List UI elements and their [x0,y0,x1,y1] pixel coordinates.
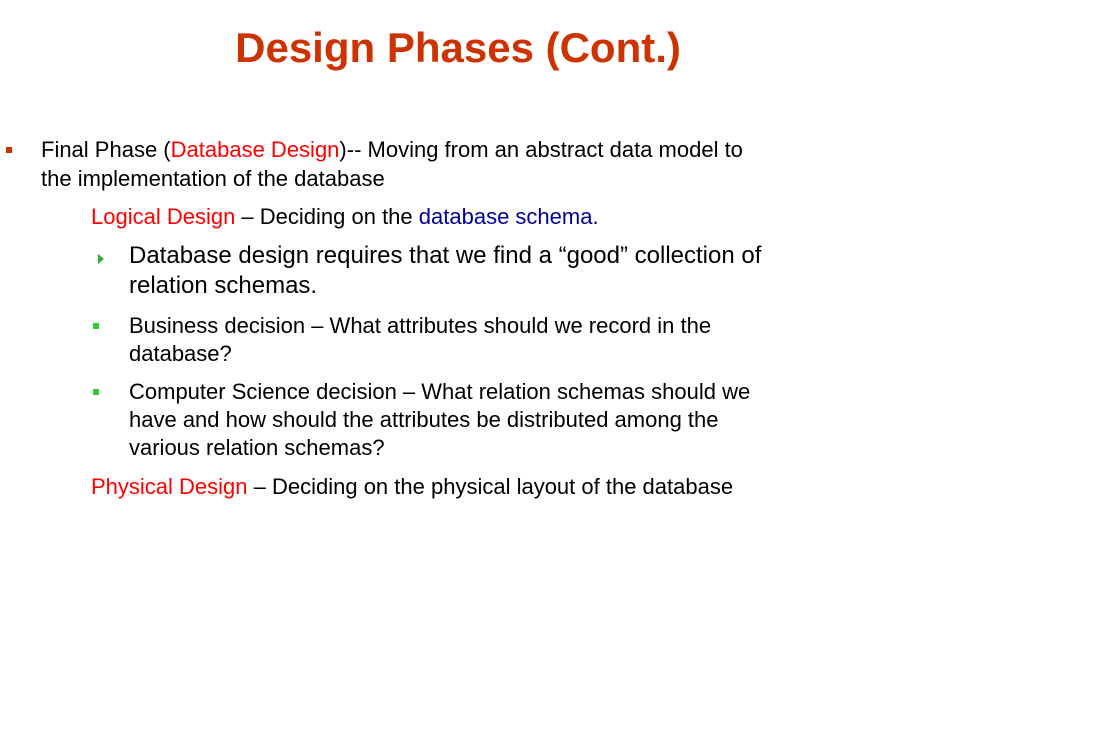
logical-design-label: Logical Design [91,204,236,229]
final-phase-label: Final Phase [41,137,158,162]
physical-design-line: Physical Design – Deciding on the physic… [91,472,733,501]
sub1-line-1: Database design requires that we find a … [129,242,762,269]
logical-design-line: Logical Design – Deciding on the databas… [91,202,599,231]
physical-design-label: Physical Design [91,474,248,499]
paren-open: ( [157,137,171,162]
sub3-line-2: have and how should the attributes be di… [129,407,719,432]
final-phase-line-1: Final Phase (Database Design)-- Moving f… [41,135,743,164]
slide-title: Design Phases (Cont.) [235,24,681,71]
sub3-line-1: Computer Science decision – What relatio… [129,379,751,404]
database-design-highlight: Database Design [170,137,340,162]
sub2-line-2: database? [129,341,232,366]
square-bullet-icon [93,389,99,395]
sub2-line-1: Business decision – What attributes shou… [129,313,712,338]
physical-design-rest: – Deciding on the physical layout of the… [247,474,734,499]
sub3-line-3: various relation schemas? [129,435,385,460]
logical-period: . [592,204,599,229]
triangle-bullet-icon [98,254,104,264]
square-bullet-icon [6,147,12,153]
square-bullet-icon [93,323,99,329]
database-schema-highlight: database schema [418,204,593,229]
final-phase-rest: )-- Moving from an abstract data model t… [339,137,743,162]
sub1-line-2: relation schemas. [129,272,318,299]
logical-design-dash: – Deciding on the [235,204,419,229]
final-phase-line-2: the implementation of the database [41,166,385,191]
